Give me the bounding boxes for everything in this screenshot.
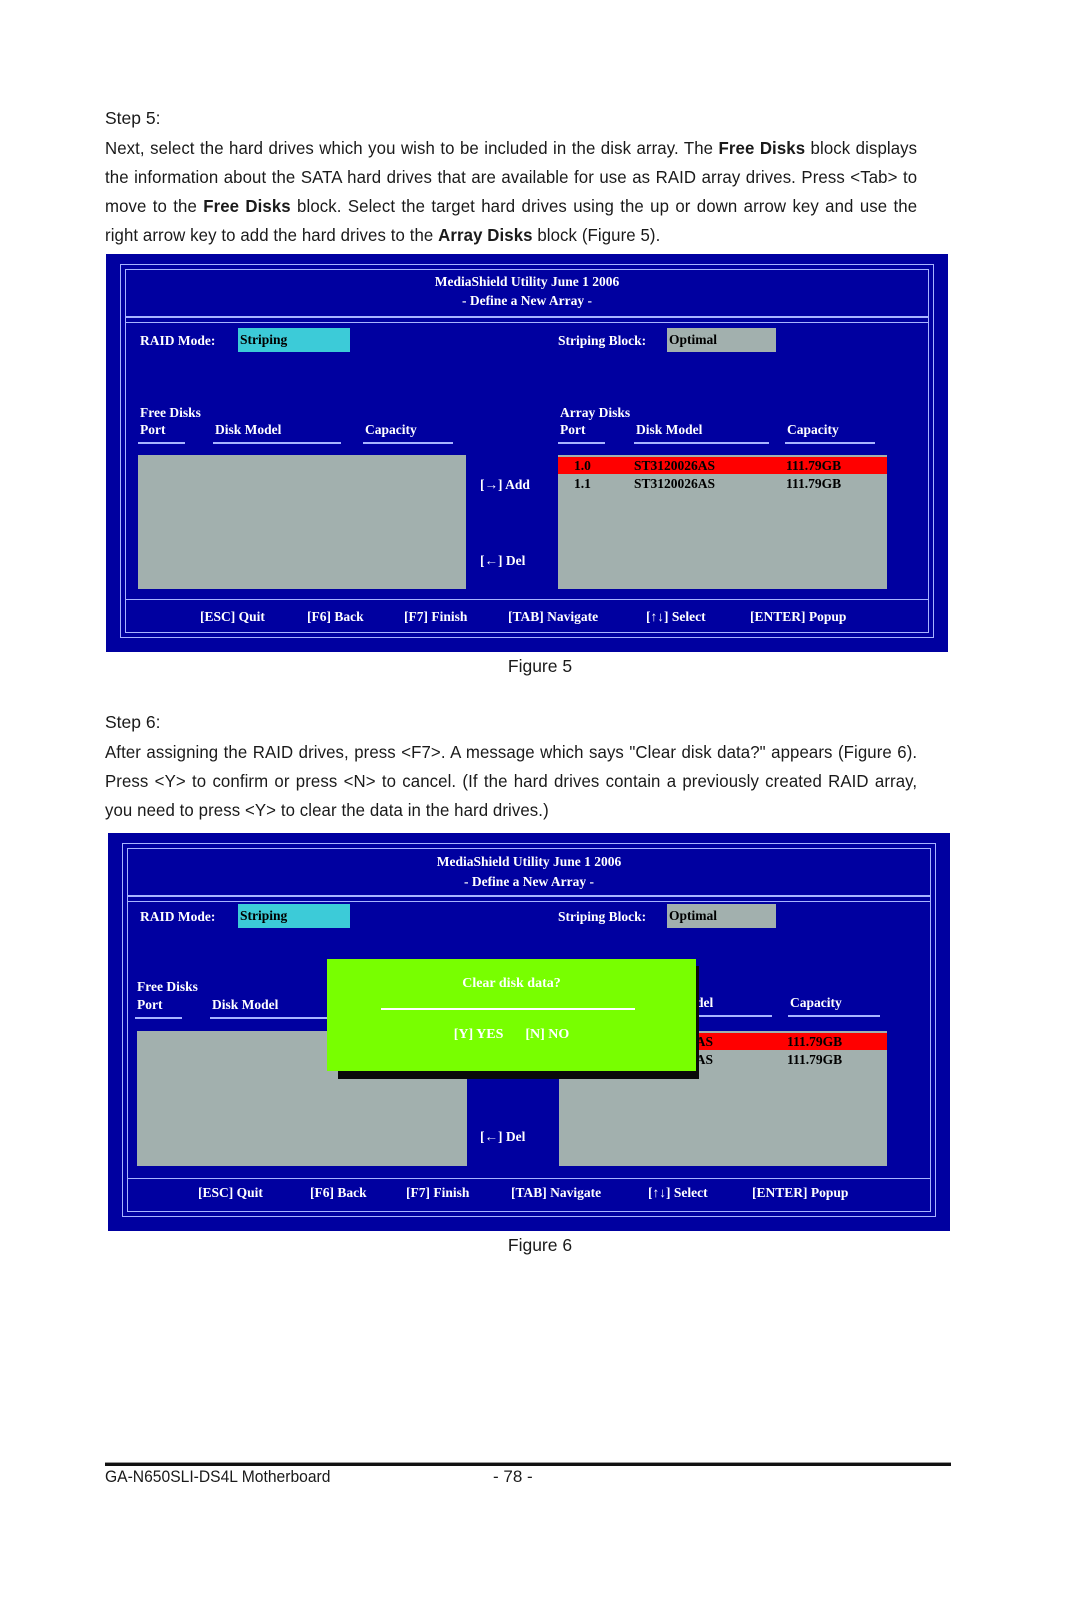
footer-product: GA-N650SLI-DS4L Motherboard [105, 1467, 331, 1486]
step6-heading: Step 6: [105, 712, 161, 732]
utility-subtitle: - Define a New Array - [463, 874, 595, 889]
step6-paragraph: After assigning the RAID drives, press <… [105, 742, 918, 820]
free-disks-title: Free Disks [137, 979, 198, 994]
free-disks-list[interactable] [138, 455, 466, 589]
dialog-message: Clear disk data? [462, 976, 561, 991]
divider [126, 316, 928, 318]
key-arrows-select[interactable]: [↑↓] Select [648, 1185, 708, 1201]
dialog-buttons: [Y] YES [N] NO [327, 1025, 696, 1043]
key-esc-quit[interactable]: [ESC] Quit [200, 609, 265, 625]
key-enter-popup[interactable]: [ENTER] Popup [750, 609, 846, 625]
add-key-hint[interactable]: [→] Add [480, 477, 530, 493]
divider [126, 599, 928, 600]
key-tab-navigate[interactable]: [TAB] Navigate [508, 609, 598, 625]
step5-heading: Step 5: [105, 108, 161, 128]
key-enter-popup[interactable]: [ENTER] Popup [752, 1185, 848, 1201]
column-header: Capacity [790, 995, 842, 1010]
utility-title: MediaShield Utility June 1 2006 [436, 854, 622, 869]
key-f7-finish[interactable]: [F7] Finish [406, 1185, 469, 1201]
key-arrows-select[interactable]: [↑↓] Select [646, 609, 706, 625]
disk-model: ST3120026AS [634, 476, 716, 491]
column-header: Disk Model [215, 422, 282, 437]
raid-mode-label: RAID Mode: [140, 333, 216, 348]
key-f6-back[interactable]: [F6] Back [310, 1185, 367, 1201]
page-number: - 78 - [493, 1467, 533, 1486]
del-key-hint[interactable]: [←] Del [480, 553, 525, 569]
column-header: Capacity [787, 422, 839, 437]
disk-capacity: 111.79GB [787, 1034, 843, 1049]
array-disks-title: Array Disks [560, 405, 631, 420]
free-col-port: Port [135, 997, 182, 1019]
array-col-capacity: Capacity [788, 995, 880, 1017]
column-header: Capacity [365, 422, 417, 437]
key-esc-quit[interactable]: [ESC] Quit [198, 1185, 263, 1201]
no-button[interactable]: [N] NO [525, 1027, 569, 1043]
divider [128, 895, 930, 897]
striping-block-field[interactable]: Optimal [667, 904, 776, 928]
text: Next, select the hard drives which you w… [105, 138, 719, 158]
dialog-divider [381, 1008, 635, 1010]
column-header: Port [560, 422, 586, 437]
striping-block-label: Striping Block: [558, 909, 647, 924]
free-col-port: Port [138, 422, 185, 444]
column-header: Port [137, 997, 163, 1012]
disk-model: ST3120026AS [634, 458, 716, 473]
yes-button[interactable]: [Y] YES [454, 1027, 504, 1043]
array-disk-row-selected[interactable]: 1.0 ST3120026AS 111.79GB [558, 457, 887, 474]
free-col-model: Disk Model [213, 422, 341, 444]
figure5-bios-screen: MediaShield Utility June 1 2006 - Define… [106, 254, 948, 652]
step5-paragraph: Next, select the hard drives which you w… [105, 134, 917, 250]
array-col-model: Disk Model [634, 422, 769, 444]
del-key-hint[interactable]: [←] Del [480, 1129, 525, 1145]
utility-subtitle: - Define a New Array - [461, 293, 593, 308]
striping-block-field[interactable]: Optimal [667, 328, 776, 352]
key-f7-finish[interactable]: [F7] Finish [404, 609, 467, 625]
footer-rule [105, 1462, 951, 1466]
free-col-capacity: Capacity [363, 422, 453, 444]
text: block (Figure 5). [532, 225, 661, 245]
column-header: Disk Model [212, 997, 279, 1012]
disk-capacity: 111.79GB [786, 476, 842, 491]
column-header: Port [140, 422, 166, 437]
term-free-disks: Free Disks [203, 196, 291, 216]
column-header: Disk Model [636, 422, 703, 437]
disk-port: 1.1 [574, 476, 591, 491]
free-disks-title: Free Disks [140, 405, 201, 420]
striping-block-label: Striping Block: [558, 333, 647, 348]
disk-capacity: 111.79GB [787, 1052, 843, 1067]
divider [128, 901, 930, 902]
disk-capacity: 111.79GB [786, 458, 842, 473]
clear-disk-dialog: Clear disk data? [Y] YES [N] NO [327, 959, 696, 1071]
term-free-disks: Free Disks [718, 138, 806, 158]
key-f6-back[interactable]: [F6] Back [307, 609, 364, 625]
array-disks-list[interactable]: 1.0 ST3120026AS 111.79GB 1.1 ST3120026AS… [558, 455, 887, 589]
raid-mode-label: RAID Mode: [140, 909, 216, 924]
key-tab-navigate[interactable]: [TAB] Navigate [511, 1185, 601, 1201]
divider [126, 322, 928, 323]
array-col-port: Port [558, 422, 605, 444]
figure5-caption: Figure 5 [507, 656, 573, 676]
array-disk-row[interactable]: 1.1 ST3120026AS 111.79GB [558, 475, 887, 492]
raid-mode-field[interactable]: Striping [238, 328, 350, 352]
term-array-disks: Array Disks [438, 225, 533, 245]
raid-mode-field[interactable]: Striping [238, 904, 350, 928]
free-col-model: Disk Model [210, 997, 340, 1019]
figure6-caption: Figure 6 [507, 1235, 573, 1255]
array-col-capacity: Capacity [785, 422, 875, 444]
disk-port: 1.0 [574, 458, 591, 473]
figure6-bios-screen: MediaShield Utility June 1 2006 - Define… [108, 833, 950, 1231]
divider [128, 1178, 930, 1179]
utility-title: MediaShield Utility June 1 2006 [434, 274, 620, 289]
